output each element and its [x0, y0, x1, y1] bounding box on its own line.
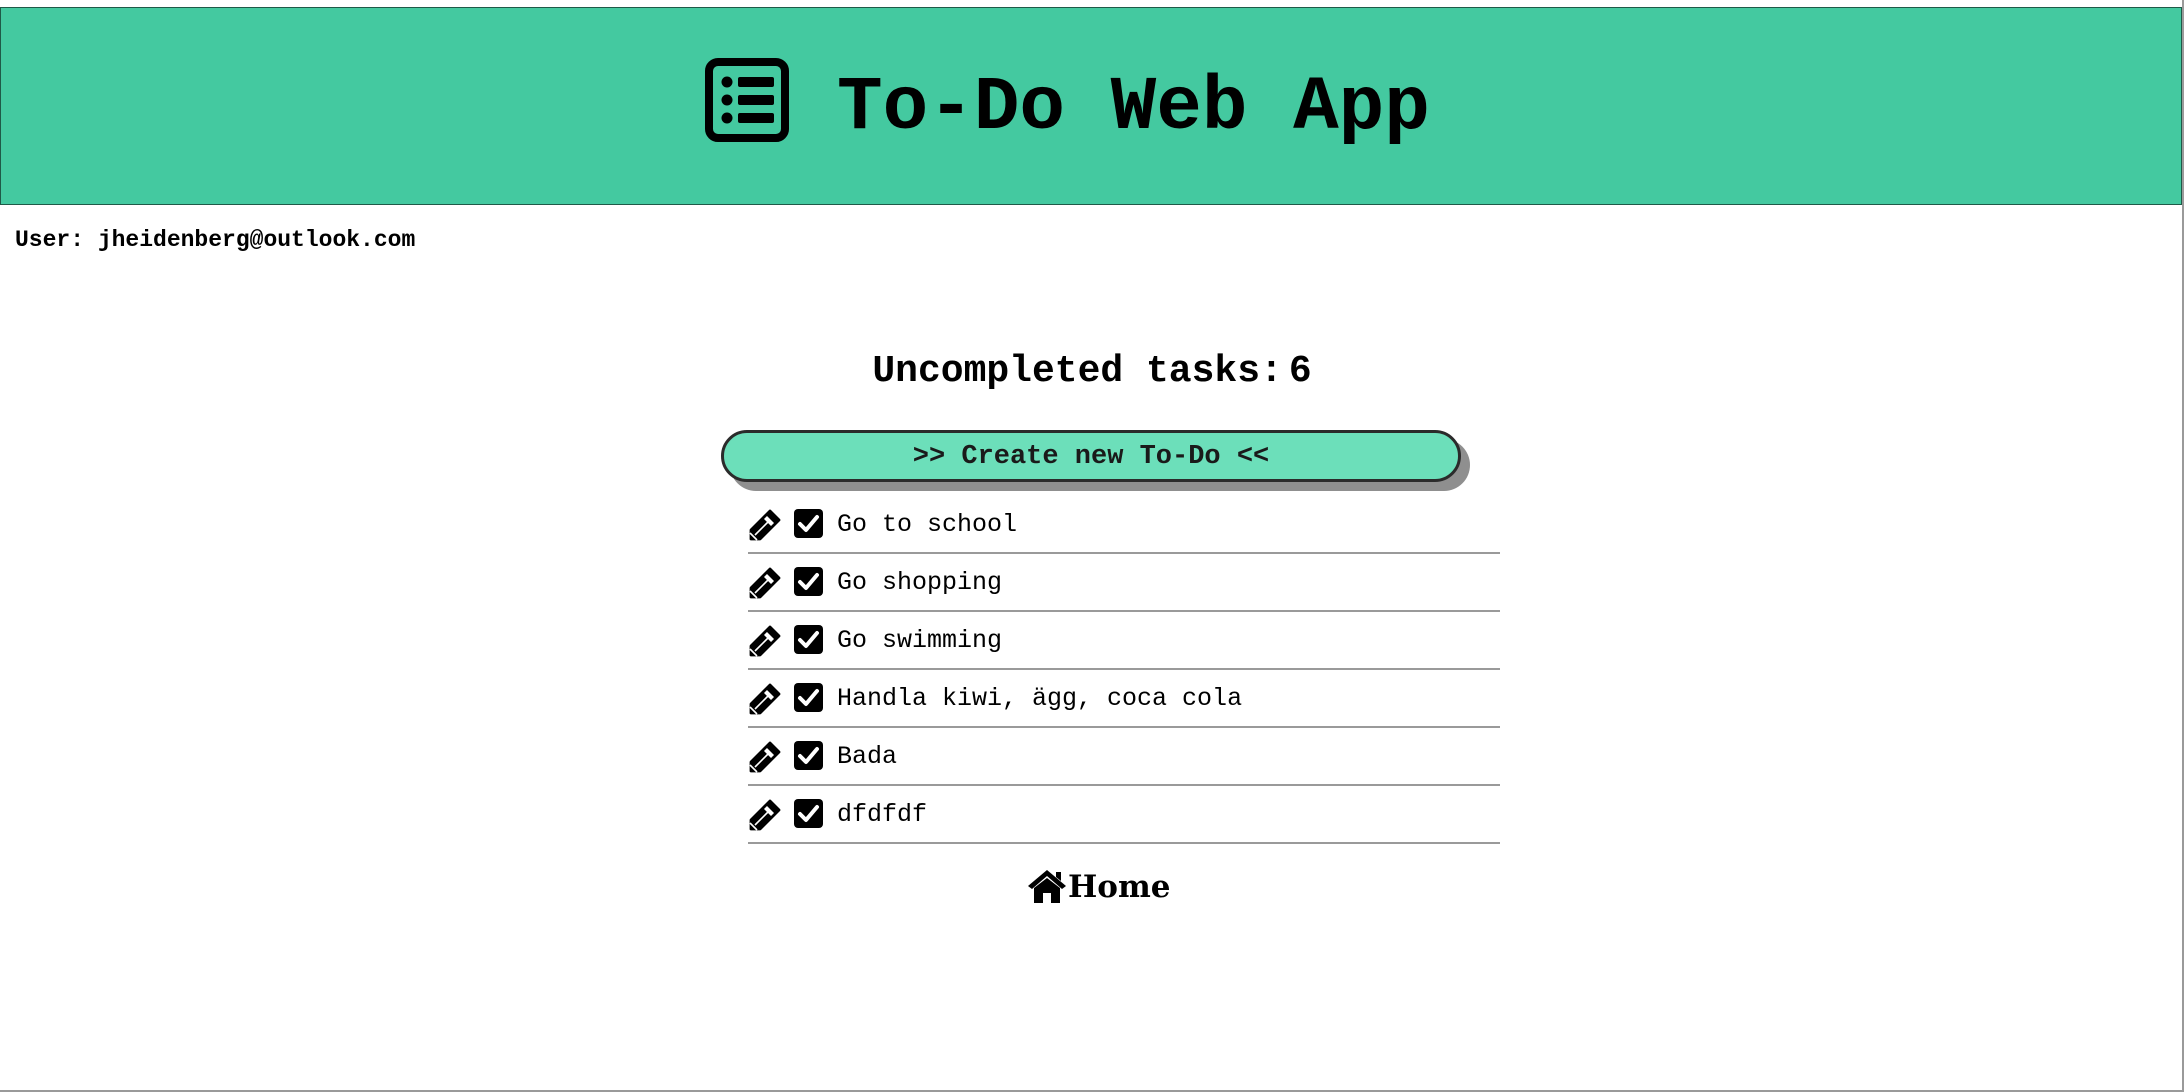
todo-item: Go to school [748, 496, 1500, 554]
list-icon [705, 58, 789, 142]
uncompleted-tasks-label: Uncompleted tasks: [872, 350, 1283, 393]
todo-text: dfdfdf [837, 800, 928, 829]
pencil-icon[interactable] [748, 682, 782, 716]
pencil-icon[interactable] [748, 566, 782, 600]
checkbox-checked-icon[interactable] [794, 625, 823, 654]
create-todo-button[interactable]: >> Create new To-Do << [721, 430, 1461, 482]
pencil-icon[interactable] [748, 798, 782, 832]
pencil-icon[interactable] [748, 508, 782, 542]
checkbox-checked-icon[interactable] [794, 567, 823, 596]
todo-item: dfdfdf [748, 786, 1500, 844]
user-info: User: jheidenberg@outlook.com [15, 227, 416, 253]
todo-item: Go swimming [748, 612, 1500, 670]
todo-text: Handla kiwi, ägg, coca cola [837, 684, 1243, 713]
todo-text: Go shopping [837, 568, 1003, 597]
todo-list: Go to school Go shopping Go swimming Han… [748, 496, 1500, 844]
todo-item: Bada [748, 728, 1500, 786]
app-header: To-Do Web App [0, 7, 2182, 205]
pencil-icon[interactable] [748, 624, 782, 658]
checkbox-checked-icon[interactable] [794, 509, 823, 538]
home-icon [1028, 870, 1066, 903]
app-title: To-Do Web App [837, 65, 1430, 151]
uncompleted-tasks-count: 6 [1288, 350, 1312, 393]
checkbox-checked-icon[interactable] [794, 683, 823, 712]
checkbox-checked-icon[interactable] [794, 799, 823, 828]
todo-text: Go swimming [837, 626, 1003, 655]
checkbox-checked-icon[interactable] [794, 741, 823, 770]
uncompleted-tasks-heading: Uncompleted tasks: 6 [0, 348, 2184, 396]
todo-text: Go to school [837, 510, 1018, 539]
todo-item: Handla kiwi, ägg, coca cola [748, 670, 1500, 728]
pencil-icon[interactable] [748, 740, 782, 774]
todo-item: Go shopping [748, 554, 1500, 612]
todo-text: Bada [837, 742, 898, 771]
home-label: Home [1068, 869, 1171, 905]
